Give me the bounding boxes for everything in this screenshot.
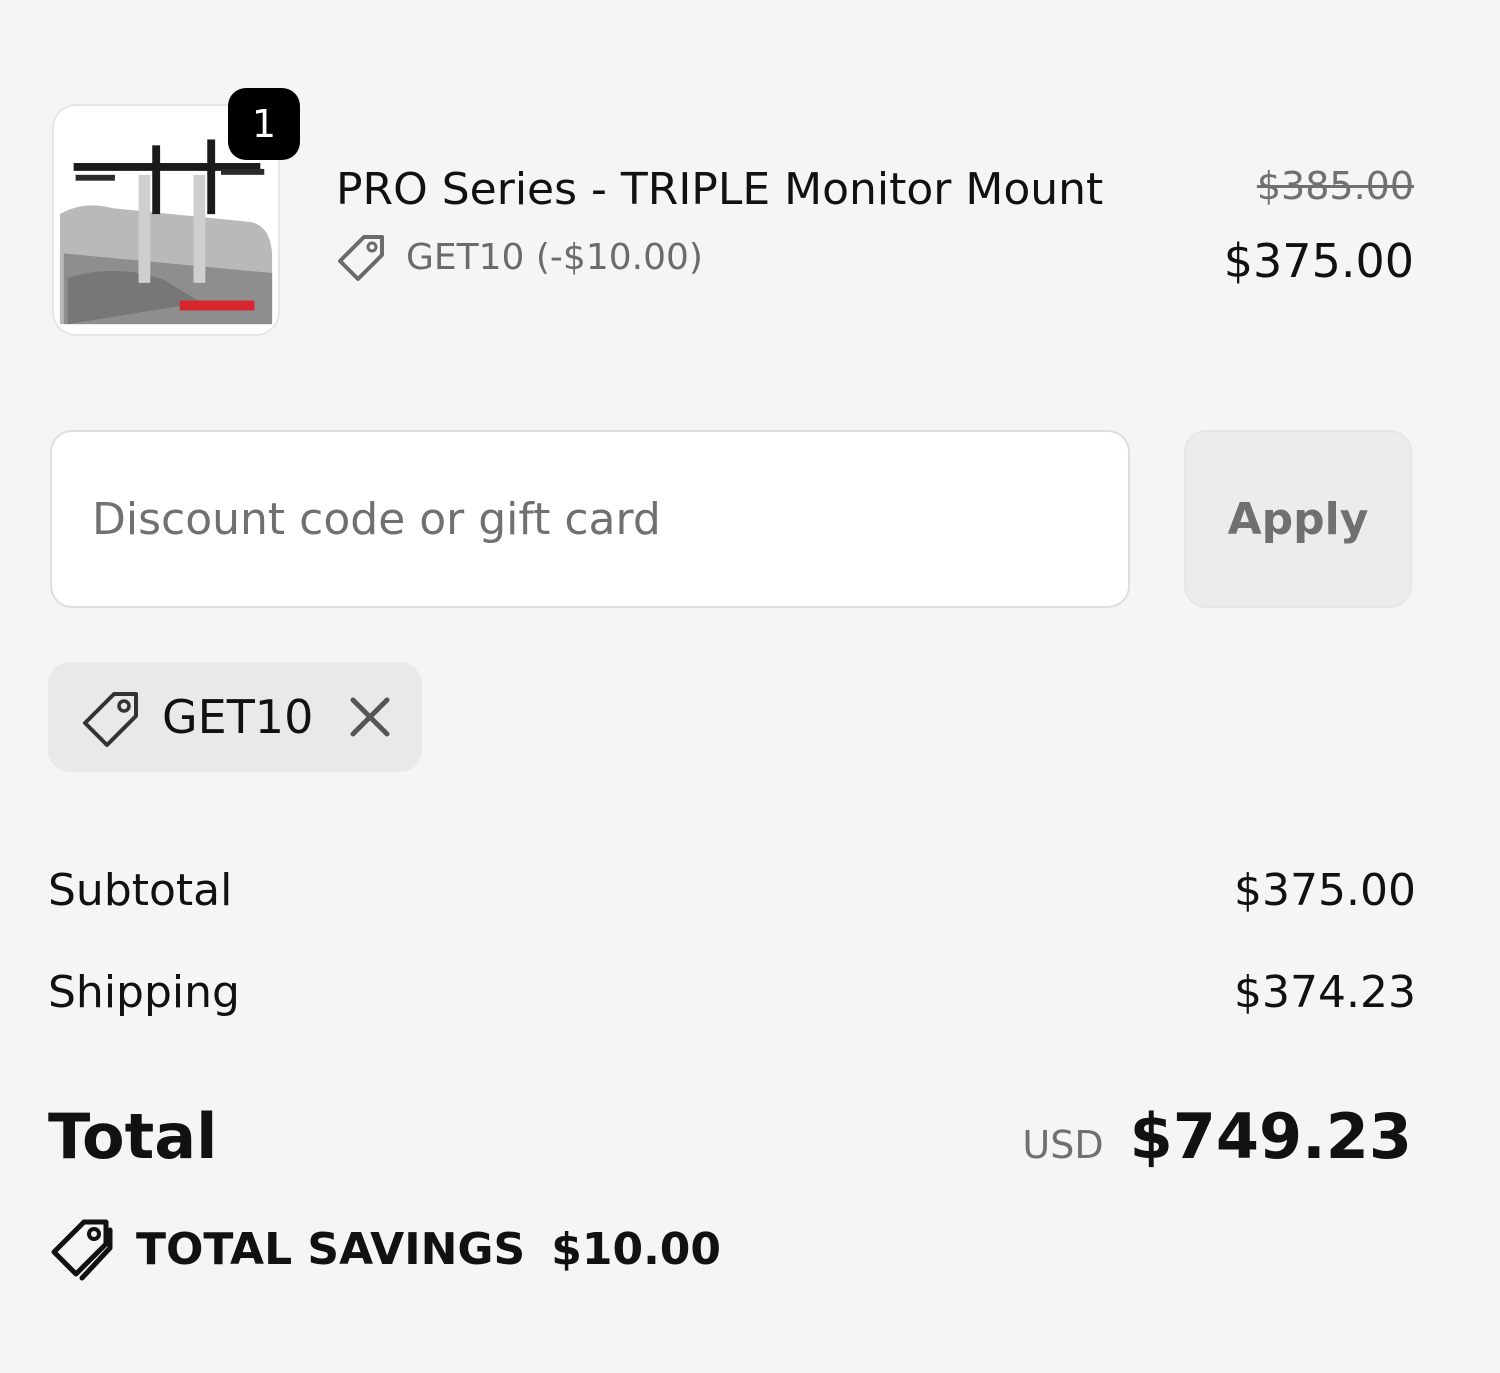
savings-label: TOTAL SAVINGS	[136, 1223, 526, 1275]
product-discount: GET10 (-$10.00)	[336, 230, 703, 284]
savings-value: $10.00	[551, 1223, 722, 1275]
total-currency: USD	[1022, 1123, 1104, 1167]
total-savings-row: TOTAL SAVINGS $10.00	[48, 1214, 721, 1284]
applied-code-label: GET10	[162, 690, 314, 744]
discount-code-input[interactable]	[50, 430, 1130, 608]
product-title: PRO Series - TRIPLE Monitor Mount	[336, 164, 1104, 215]
current-price: $375.00	[1223, 234, 1414, 288]
subtotal-value: $375.00	[1234, 864, 1416, 916]
applied-code-chip: GET10	[48, 662, 422, 772]
apply-button[interactable]: Apply	[1184, 430, 1412, 608]
shipping-value: $374.23	[1234, 966, 1416, 1018]
subtotal-label: Subtotal	[48, 864, 233, 916]
close-icon[interactable]	[347, 694, 393, 740]
tags-icon	[48, 1216, 114, 1282]
original-price: $385.00	[1256, 164, 1414, 208]
tag-icon	[336, 231, 388, 283]
total-amount: $749.23	[1129, 1100, 1412, 1173]
total-row: Total USD $749.23	[48, 1100, 1412, 1190]
shipping-label: Shipping	[48, 966, 240, 1018]
total-value-group: USD $749.23	[1022, 1100, 1412, 1173]
shipping-row: Shipping $374.23	[48, 960, 1416, 1024]
total-label: Total	[48, 1100, 218, 1173]
tag-icon	[80, 686, 142, 748]
quantity-badge: 1	[228, 88, 300, 160]
subtotal-row: Subtotal $375.00	[48, 858, 1416, 922]
product-discount-label: GET10 (-$10.00)	[406, 236, 703, 278]
